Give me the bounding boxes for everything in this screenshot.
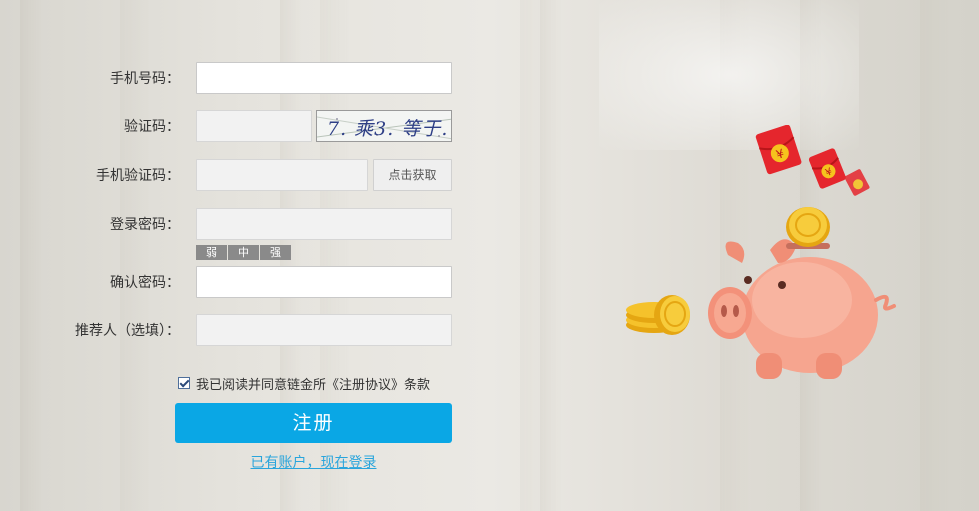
captcha-label: 验证码： [124,119,180,135]
sms-code-row: 手机验证码： 点击获取 [0,159,470,193]
red-envelope-icon [844,169,870,196]
referrer-label: 推荐人（选填）： [75,323,180,339]
captcha-input[interactable] [196,110,312,142]
login-link[interactable]: 已有账户，现在登录 [175,452,452,472]
phone-row: 手机号码： [0,62,470,96]
piggy-bank-illustration: ¥ ¥ [620,124,910,395]
captcha-text: 7. 乘3. 等于. . . [327,118,451,140]
sms-code-label: 手机验证码： [96,168,180,184]
strength-weak: 弱 [196,245,227,260]
captcha-image[interactable]: 7. 乘3. 等于. . . [316,110,452,142]
red-envelope-icon: ¥ [808,148,846,189]
strength-strong: 强 [260,245,291,260]
referrer-input[interactable] [196,314,452,346]
coin-stack-icon [626,295,690,335]
get-sms-code-button[interactable]: 点击获取 [373,159,452,191]
confirm-password-input[interactable] [196,266,452,298]
password-row: 登录密码： [0,208,470,242]
referrer-row: 推荐人（选填）： [0,314,470,348]
agreement-checkbox[interactable] [178,377,190,389]
strength-medium: 中 [228,245,259,260]
phone-input[interactable] [196,62,452,94]
agreement-text[interactable]: 我已阅读并同意链金所《注册协议》条款 [196,374,430,393]
confirm-password-label: 确认密码： [110,275,180,291]
password-label: 登录密码： [110,217,180,233]
confirm-password-row: 确认密码： [0,266,470,300]
register-form: 手机号码： 验证码： 7. 乘3. 等于. . . 手机验证码： 点击获取 登录… [0,0,470,511]
password-strength-meter: 弱 中 强 [196,245,292,260]
captcha-row: 验证码： 7. 乘3. 等于. . . [0,110,470,144]
sms-code-input[interactable] [196,159,368,191]
phone-label: 手机号码： [110,71,180,87]
agreement: 我已阅读并同意链金所《注册协议》条款 [178,374,430,393]
register-button[interactable]: 注册 [175,403,452,443]
pig-icon [708,207,896,379]
red-envelope-icon: ¥ [755,124,802,175]
password-input[interactable] [196,208,452,240]
